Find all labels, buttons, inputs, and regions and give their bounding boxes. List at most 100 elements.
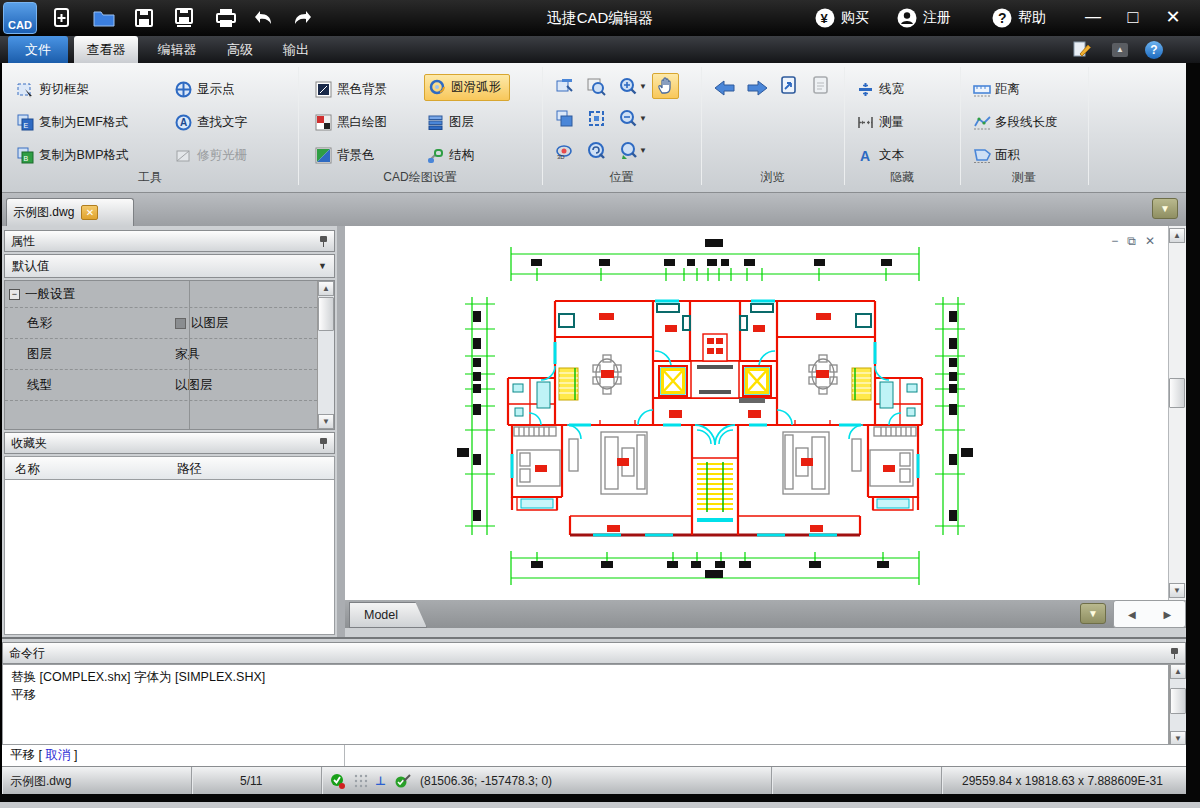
save-as-button[interactable] (170, 5, 198, 31)
rotate-view-icon[interactable] (584, 139, 609, 162)
collapse-section-icon[interactable]: − (9, 289, 20, 300)
scroll-up-icon[interactable]: ▲ (318, 281, 334, 296)
register-button[interactable]: 注册 (897, 0, 951, 36)
grid-icon[interactable] (353, 773, 369, 789)
tab-viewer[interactable]: 查看器 (74, 36, 138, 63)
layout-list-dropdown-icon[interactable]: ▼ (1080, 603, 1106, 624)
app-logo[interactable]: CAD (3, 2, 37, 34)
zoom-all-dropdown-icon[interactable]: ▼ (639, 146, 647, 155)
cancel-link[interactable]: 取消 (45, 748, 70, 762)
property-row-layer[interactable]: 图层 家具 (5, 339, 317, 370)
command-input-row[interactable]: 平移 [ 取消 ] (2, 744, 1186, 766)
pin-icon[interactable] (319, 438, 328, 449)
ribbon-find-text-button[interactable]: A 查找文字 (172, 109, 250, 136)
print-button[interactable] (212, 5, 240, 31)
canvas-vscrollbar[interactable]: ▲ ▼ (1168, 226, 1186, 600)
redo-button[interactable] (288, 5, 316, 31)
tab-advanced[interactable]: 高级 (216, 36, 264, 63)
canvas-hscroll[interactable]: ◀ ▶ (1113, 600, 1186, 628)
ribbon-structure-button[interactable]: 结构 (424, 142, 477, 169)
close-button[interactable]: ✕ (1158, 4, 1188, 30)
zoom-extents-icon[interactable] (584, 107, 609, 130)
drawing-canvas[interactable]: −⧉✕ (345, 226, 1186, 600)
ribbon-copy-bmp-button[interactable]: B 复制为BMP格式 (14, 142, 132, 169)
scroll-thumb[interactable] (1170, 688, 1186, 714)
zoom-all-icon[interactable] (616, 139, 641, 162)
ribbon-layers-button[interactable]: 图层 (424, 109, 477, 136)
scroll-up-icon[interactable]: ▲ (1169, 228, 1185, 243)
zoom-in-dropdown-icon[interactable]: ▼ (639, 82, 647, 91)
yen-icon: ¥ (815, 8, 835, 28)
new-file-button[interactable] (48, 5, 76, 31)
column-path[interactable]: 路径 (177, 461, 202, 478)
open-file-button[interactable] (90, 5, 118, 31)
ortho-icon[interactable]: ⊥ (375, 774, 386, 788)
zoom-window-icon[interactable] (584, 75, 609, 98)
ribbon-bw-drawing-button[interactable]: 黑白绘图 (312, 109, 390, 136)
ribbon-area-button[interactable]: 面积 (970, 142, 1023, 169)
ribbon-show-points-button[interactable]: 显示点 (172, 76, 238, 103)
zoom-out-dropdown-icon[interactable]: ▼ (639, 114, 647, 123)
tab-editor[interactable]: 编辑器 (146, 36, 208, 63)
snap-marker-icon[interactable] (330, 773, 347, 790)
style-edit-icon[interactable] (1072, 40, 1092, 64)
document-tab-close-icon[interactable]: ✕ (81, 205, 98, 220)
ribbon-black-bg-button[interactable]: 黑色背景 (312, 76, 390, 103)
favorites-list[interactable] (4, 480, 335, 635)
help-button[interactable]: ? 帮助 (992, 0, 1046, 36)
document-tab[interactable]: 示例图.dwg ✕ (6, 198, 134, 226)
minimize-button[interactable]: — (1078, 4, 1108, 30)
goto-page-icon[interactable] (776, 74, 801, 97)
help-circle-icon[interactable]: ? (1145, 41, 1163, 59)
pin-icon[interactable] (319, 236, 328, 247)
zoom-out-icon[interactable] (616, 107, 641, 130)
pin-icon[interactable] (1170, 648, 1179, 659)
scroll-thumb[interactable] (318, 297, 334, 331)
properties-section-row[interactable]: −一般设置 (5, 281, 317, 308)
ribbon-distance-button[interactable]: 距离 (970, 76, 1023, 103)
save-button[interactable] (130, 5, 158, 31)
ribbon-polyline-length-button[interactable]: 多段线长度 (970, 109, 1061, 136)
rotate-3d-icon[interactable]: 3D (552, 139, 577, 162)
scroll-down-icon[interactable]: ▼ (1169, 583, 1185, 598)
pan-window-icon[interactable] (552, 75, 577, 98)
buy-button[interactable]: ¥ 购买 (815, 0, 869, 36)
panel-splitter[interactable] (337, 226, 345, 637)
osnap-icon[interactable] (394, 773, 412, 789)
collapse-ribbon-icon[interactable]: ▲ (1112, 43, 1128, 57)
model-tab[interactable]: Model (349, 602, 427, 628)
tab-output[interactable]: 输出 (272, 36, 320, 63)
command-scrollbar[interactable]: ▲ ▼ (1169, 664, 1186, 746)
scroll-left-icon[interactable]: ◀ (1128, 609, 1136, 620)
undo-button[interactable] (250, 5, 278, 31)
property-row-linetype[interactable]: 线型 以图层 (5, 370, 317, 401)
zoom-in-icon[interactable] (616, 75, 641, 98)
tab-file[interactable]: 文件 (8, 36, 68, 63)
ribbon-copy-emf-button[interactable]: E 复制为EMF格式 (14, 109, 131, 136)
properties-scrollbar[interactable]: ▲ ▼ (317, 281, 334, 429)
forward-arrow-icon[interactable] (744, 76, 769, 99)
ribbon-hide-text-button[interactable]: A 文本 (854, 142, 907, 169)
ribbon-clip-frame-button[interactable]: 剪切框架 (14, 76, 92, 103)
ribbon-hide-measure-button[interactable]: 测量 (854, 109, 907, 136)
back-arrow-icon[interactable] (712, 76, 737, 99)
ribbon-smooth-arc-button[interactable]: 圆滑弧形 (424, 74, 510, 101)
scroll-thumb[interactable] (1169, 378, 1185, 408)
favorites-header[interactable]: 收藏夹 (4, 432, 335, 454)
windows-cascade-icon[interactable] (552, 107, 577, 130)
pan-hand-icon[interactable] (652, 73, 679, 99)
scroll-down-icon[interactable]: ▼ (318, 414, 334, 429)
command-history[interactable]: 替换 [COMPLEX.shx] 字体为 [SIMPLEX.SHX] 平移 (2, 664, 1169, 746)
scroll-right-icon[interactable]: ▶ (1163, 609, 1171, 620)
ribbon-bg-color-button[interactable]: 背景色 (312, 142, 378, 169)
property-row-color[interactable]: 色彩 以图层 (5, 308, 317, 339)
scroll-up-icon[interactable]: ▲ (1170, 664, 1186, 679)
ribbon-lineweight-button[interactable]: 线宽 (854, 76, 907, 103)
properties-header[interactable]: 属性 (4, 230, 335, 252)
tab-list-dropdown-icon[interactable]: ▼ (1152, 198, 1178, 219)
column-name[interactable]: 名称 (15, 461, 40, 478)
status-bar: 示例图.dwg 5/11 ⊥ (81506.36; -157478.3; 0) … (2, 766, 1186, 794)
properties-preset-dropdown[interactable]: 默认值▼ (4, 254, 335, 278)
command-header[interactable]: 命令行 (2, 642, 1186, 664)
maximize-button[interactable]: □ (1118, 4, 1148, 30)
